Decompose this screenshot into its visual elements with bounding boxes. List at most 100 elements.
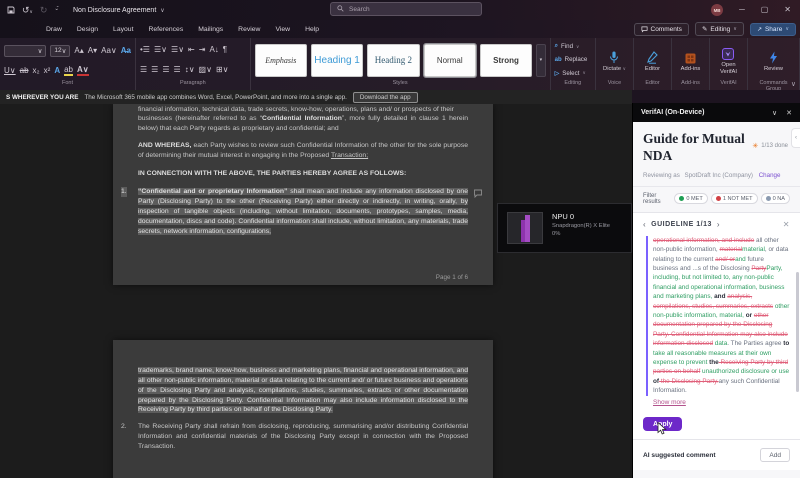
editing-mode-button[interactable]: ✎ Editing∨ bbox=[695, 22, 744, 36]
tab-view[interactable]: View bbox=[275, 26, 290, 33]
find-button[interactable]: ⌕Find∨ bbox=[555, 43, 591, 50]
npu-usage-chart bbox=[507, 212, 543, 244]
decrease-indent-icon[interactable]: ⇤ bbox=[188, 46, 195, 54]
multilevel-icon[interactable]: ☰∨ bbox=[171, 46, 184, 54]
word-window: ↺∨ ↻ ⌄̄ Non Disclosure Agreement∨ Search… bbox=[0, 0, 800, 478]
bullets-icon[interactable]: •☰ bbox=[140, 46, 150, 54]
paragraph[interactable]: trademarks, brand name, know-how, busine… bbox=[138, 366, 468, 415]
search-input[interactable]: Search bbox=[330, 2, 482, 16]
undo-icon[interactable]: ↺∨ bbox=[22, 6, 33, 15]
dictate-button[interactable]: Dictate ∨ bbox=[603, 40, 626, 80]
paragraph[interactable]: IN CONNECTION WITH THE ABOVE, THE PARTIE… bbox=[138, 169, 468, 179]
change-link[interactable]: Change bbox=[759, 172, 781, 179]
font-name-combobox[interactable]: ∨ bbox=[4, 45, 46, 57]
comments-button[interactable]: Comments bbox=[634, 23, 689, 36]
panel-collapse-icon[interactable]: ∨ bbox=[772, 109, 777, 117]
shading-icon[interactable]: ▨∨ bbox=[199, 66, 212, 74]
subscript-icon[interactable]: x₂ bbox=[33, 67, 40, 75]
document-page-2[interactable]: trademarks, brand name, know-how, busine… bbox=[113, 340, 493, 478]
filter-pill-0-met[interactable]: 0 MET bbox=[674, 193, 707, 204]
align-right-icon[interactable]: ☰ bbox=[162, 66, 169, 74]
styles-group: EmphasisHeading 1Heading 2NormalStrong▾ … bbox=[251, 38, 551, 90]
styles-gallery-more-icon[interactable]: ▾ bbox=[536, 44, 545, 77]
guideline-close-icon[interactable]: ✕ bbox=[783, 220, 790, 229]
clear-formatting-icon[interactable]: A̶a bbox=[121, 47, 131, 55]
customize-qat-icon[interactable]: ⌄̄ bbox=[54, 7, 59, 13]
tab-review[interactable]: Review bbox=[238, 26, 260, 33]
editor-button[interactable]: Editor bbox=[645, 40, 660, 80]
align-center-icon[interactable]: ☰ bbox=[151, 66, 158, 74]
tab-draw[interactable]: Draw bbox=[46, 26, 62, 33]
collapse-ribbon-icon[interactable]: ∨ bbox=[791, 80, 796, 88]
select-button[interactable]: ▷Select∨ bbox=[555, 70, 591, 77]
align-left-icon[interactable]: ☰ bbox=[140, 66, 147, 74]
paragraph[interactable]: 1.“Confidential and or proprietary Infor… bbox=[138, 187, 468, 236]
document-page-1[interactable]: financial information, technical data, t… bbox=[113, 104, 493, 285]
verifai-panel-header: VerifAI (On-Device) ∨ ✕ bbox=[633, 103, 800, 122]
paragraph[interactable]: AND WHEREAS, each Party wishes to review… bbox=[138, 141, 468, 161]
style-card-normal[interactable]: Normal bbox=[424, 44, 476, 77]
add-ins-button[interactable]: Add-ins bbox=[681, 40, 701, 80]
strikethrough-icon[interactable]: ab bbox=[20, 67, 29, 75]
replace-button[interactable]: abReplace bbox=[555, 56, 591, 63]
tab-design[interactable]: Design bbox=[77, 26, 98, 33]
style-card-heading-1[interactable]: Heading 1 bbox=[311, 44, 363, 77]
editing-group: ⌕Find∨abReplace▷Select∨ Editing bbox=[551, 38, 596, 90]
bolt-icon bbox=[769, 48, 778, 64]
guideline-next-icon[interactable]: › bbox=[717, 220, 720, 229]
share-button[interactable]: ↗ Share∨ bbox=[750, 23, 796, 36]
tab-mailings[interactable]: Mailings bbox=[198, 26, 223, 33]
font-size-combobox[interactable]: 12∨ bbox=[50, 45, 70, 57]
change-case-icon[interactable]: Aa∨ bbox=[101, 47, 117, 55]
panel-scrollbar[interactable] bbox=[796, 272, 799, 392]
quick-access-toolbar: ↺∨ ↻ ⌄̄ bbox=[0, 6, 59, 15]
close-button[interactable]: ✕ bbox=[784, 6, 791, 14]
paragraph[interactable]: 2.The Receiving Party shall refrain from… bbox=[138, 422, 468, 452]
minimize-button[interactable]: ─ bbox=[739, 6, 745, 14]
replace-icon: ab bbox=[555, 57, 562, 63]
font-color-icon[interactable]: A∨ bbox=[77, 66, 89, 76]
download-app-button[interactable]: Download the app bbox=[353, 92, 418, 103]
open-verifai-group: Open VerifAIVerifAI bbox=[710, 38, 748, 90]
justify-icon[interactable]: ☰ bbox=[174, 66, 181, 74]
superscript-icon[interactable]: x² bbox=[44, 67, 51, 75]
style-card-strong[interactable]: Strong bbox=[480, 44, 532, 77]
filter-pill-1-not-met[interactable]: 1 NOT MET bbox=[711, 193, 758, 204]
review-button[interactable]: Review bbox=[764, 40, 783, 80]
increase-indent-icon[interactable]: ⇥ bbox=[199, 46, 206, 54]
redo-icon[interactable]: ↻ bbox=[40, 6, 48, 15]
document-title[interactable]: Non Disclosure Agreement∨ bbox=[73, 7, 165, 14]
save-icon[interactable] bbox=[7, 6, 15, 14]
tab-help[interactable]: Help bbox=[305, 26, 319, 33]
highlight-icon[interactable]: ab bbox=[64, 66, 73, 76]
pilcrow-icon[interactable]: ¶ bbox=[223, 46, 227, 54]
decrease-font-icon[interactable]: A▾ bbox=[88, 47, 97, 55]
banner-headline: S WHEREVER YOU ARE bbox=[6, 94, 78, 101]
text-effects-icon[interactable]: A bbox=[54, 67, 60, 75]
find-icon: ⌕ bbox=[555, 43, 558, 50]
comment-bubble-icon[interactable] bbox=[472, 189, 484, 202]
paragraph-group-label: Paragraph bbox=[140, 80, 246, 90]
paragraph[interactable]: businesses (hereinafter referred to as “… bbox=[138, 114, 468, 134]
tab-references[interactable]: References bbox=[148, 26, 183, 33]
maximize-button[interactable]: ▢ bbox=[761, 6, 769, 14]
sort-icon[interactable]: A↓ bbox=[209, 46, 218, 54]
tab-layout[interactable]: Layout bbox=[113, 26, 133, 33]
guideline-prev-icon[interactable]: ‹ bbox=[643, 220, 646, 229]
style-card-emphasis[interactable]: Emphasis bbox=[255, 44, 307, 77]
numbering-icon[interactable]: ☰∨ bbox=[154, 46, 167, 54]
underline-icon[interactable]: U∨ bbox=[4, 67, 16, 75]
borders-icon[interactable]: ⊞∨ bbox=[216, 66, 229, 74]
clipped-text-line[interactable]: financial information, technical data, t… bbox=[138, 105, 468, 114]
filter-pill-0-na[interactable]: 0 NA bbox=[761, 193, 790, 204]
panel-expand-tab[interactable]: ‹ bbox=[791, 128, 800, 148]
mic-icon bbox=[609, 48, 619, 64]
style-card-heading-2[interactable]: Heading 2 bbox=[367, 44, 419, 77]
avatar[interactable]: MB bbox=[711, 4, 723, 16]
panel-close-icon[interactable]: ✕ bbox=[786, 109, 792, 117]
line-spacing-icon[interactable]: ↕∨ bbox=[185, 66, 195, 74]
open-verifai-button[interactable]: Open VerifAI bbox=[720, 40, 737, 80]
increase-font-icon[interactable]: A▴ bbox=[74, 47, 83, 55]
add-comment-button[interactable]: Add bbox=[760, 448, 790, 462]
show-more-link[interactable]: Show more bbox=[653, 399, 800, 406]
